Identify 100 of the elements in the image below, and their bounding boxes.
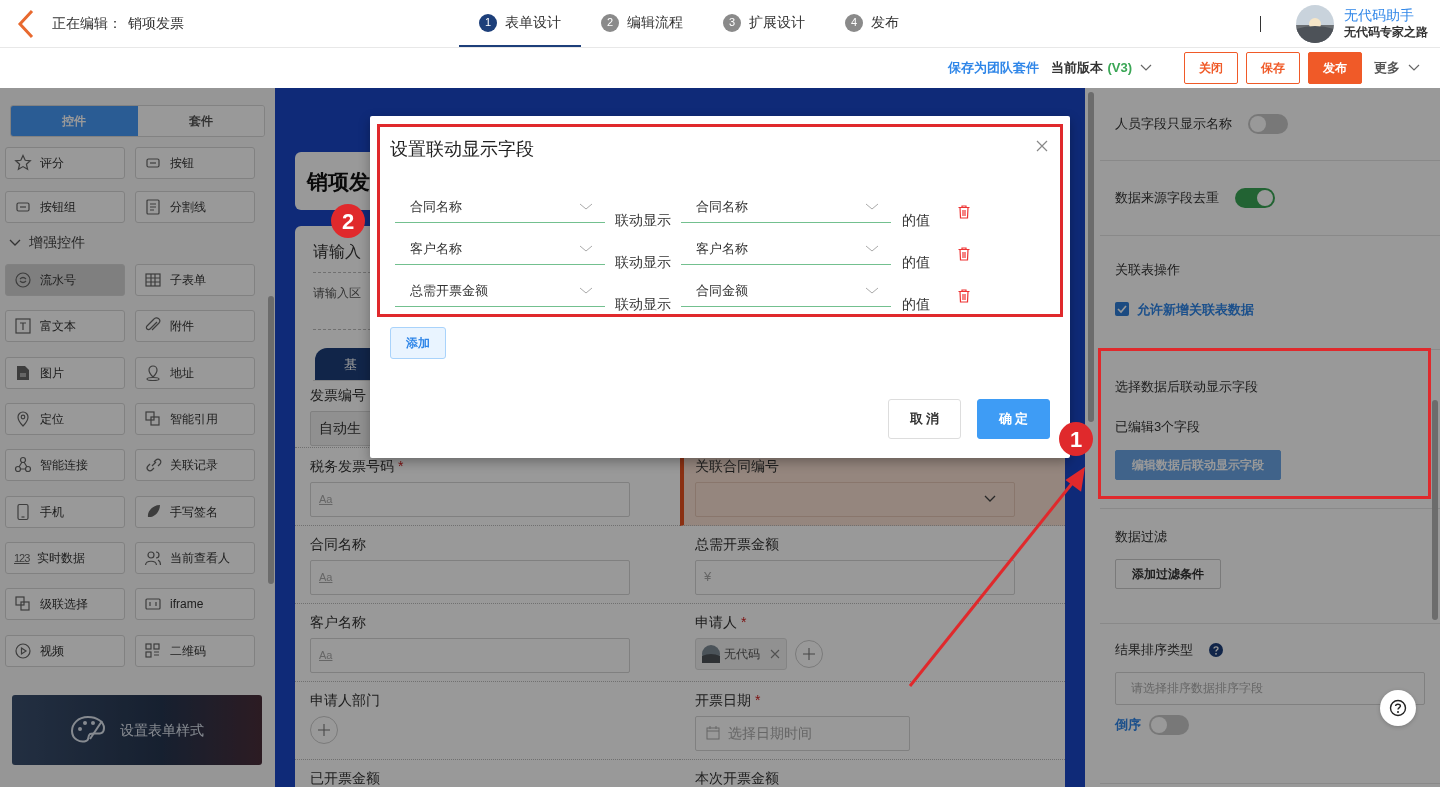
field-label: 关联合同编号	[695, 456, 779, 476]
table-icon	[144, 271, 162, 289]
save-as-kit-link[interactable]: 保存为团队套件	[948, 58, 1040, 78]
field-label: 申请人	[695, 612, 737, 632]
checkbox[interactable]	[1115, 302, 1129, 317]
toggle-switch[interactable]	[1248, 114, 1288, 134]
plus-icon	[803, 647, 815, 660]
palette-icon	[70, 715, 106, 745]
setting-heading: 选择数据后联动显示字段	[1115, 378, 1259, 396]
palette-item[interactable]: 地址	[135, 356, 255, 389]
field-label: 发票编号	[310, 385, 366, 405]
setting-heading: 结果排序类型	[1115, 641, 1193, 659]
dialog-title: 设置联动显示字段	[390, 138, 534, 161]
field-label: 本次开票金额	[695, 768, 779, 787]
step-tab[interactable]: 1 表单设计	[459, 0, 581, 47]
link-label: 联动显示	[615, 253, 671, 272]
palette-item[interactable]: 当前查看人	[135, 541, 255, 574]
field-label: 合同名称	[310, 534, 366, 554]
select-field[interactable]: 合同名称	[681, 191, 891, 223]
field-label: 已开票金额	[310, 768, 380, 787]
chevron-down-icon	[984, 495, 996, 503]
field-label: 税务发票号码	[310, 456, 394, 476]
field-label: 客户名称	[310, 612, 366, 632]
plus-icon	[318, 723, 330, 736]
palette-item[interactable]: 富文本	[5, 310, 125, 343]
palette-item[interactable]: 手机	[5, 495, 125, 528]
step-tab[interactable]: 3 扩展设计	[703, 0, 825, 47]
setting-heading: 数据过滤	[1115, 528, 1168, 546]
select-field[interactable]	[695, 481, 1015, 517]
palette-item[interactable]: 分割线	[135, 191, 255, 223]
required-mark: *	[398, 456, 404, 476]
avatar[interactable]	[1296, 4, 1334, 43]
select-field[interactable]: 总需开票金额	[395, 275, 605, 307]
step-tab[interactable]: 2 编辑流程	[581, 0, 703, 47]
remove-icon[interactable]	[770, 648, 780, 659]
scrollbar[interactable]	[1432, 400, 1438, 620]
suffix-label: 的值	[902, 253, 930, 272]
cancel-button[interactable]: 取 消	[888, 399, 961, 439]
avatar	[702, 644, 720, 663]
setting-heading: 关联表操作	[1115, 261, 1181, 279]
palette-item[interactable]: 子表单	[135, 264, 255, 296]
palette-item[interactable]: 评分	[5, 147, 125, 179]
section-description: 请输入区	[313, 286, 361, 300]
select-field[interactable]: 合同金额	[681, 275, 891, 307]
image-file-icon	[14, 363, 32, 382]
close-icon[interactable]	[1036, 140, 1048, 152]
palette-item[interactable]: 图片	[5, 356, 125, 389]
select-field[interactable]: 客户名称	[395, 233, 605, 265]
more-dropdown[interactable]: 更多	[1374, 58, 1420, 78]
refresh-circle-icon	[14, 271, 32, 289]
palette-item[interactable]: 定位	[5, 403, 125, 435]
field-label: 申请人部门	[310, 690, 380, 710]
scrollbar[interactable]	[268, 296, 274, 584]
select-field[interactable]: 客户名称	[681, 233, 891, 265]
required-mark: *	[741, 612, 747, 632]
link-label: 联动显示	[615, 295, 671, 314]
delete-icon[interactable]	[958, 205, 970, 219]
style-settings-button[interactable]: 设置表单样式	[12, 695, 262, 765]
palette-item[interactable]: iframe	[135, 588, 255, 621]
palette-item[interactable]: 按钮	[135, 147, 255, 179]
play-icon	[14, 641, 32, 660]
add-department-button[interactable]	[310, 715, 338, 744]
palette-item[interactable]: 二维码	[135, 634, 255, 667]
user-subtitle: 无代码专家之路	[1344, 24, 1428, 40]
user-name[interactable]: 无代码助手	[1344, 7, 1428, 25]
chevron-down-icon	[1408, 64, 1420, 72]
calendar-icon	[706, 726, 720, 740]
palette-item[interactable]: 级联选择	[5, 588, 125, 621]
help-icon[interactable]	[1209, 642, 1223, 657]
delete-icon[interactable]	[958, 247, 970, 261]
publish-button[interactable]: 发布	[1308, 52, 1362, 84]
palette-item[interactable]: 手写签名	[135, 495, 255, 528]
step-tab[interactable]: 4 发布	[825, 0, 919, 47]
palette-item[interactable]: 附件	[135, 310, 255, 343]
setting-label: 数据来源字段去重	[1115, 189, 1219, 208]
setting-label: 人员字段只显示名称	[1115, 115, 1232, 134]
select-field[interactable]: 合同名称	[395, 191, 605, 223]
chevron-down-icon	[579, 244, 593, 253]
palette-item[interactable]: 智能引用	[135, 403, 255, 435]
section-header[interactable]: 增强控件	[9, 232, 275, 253]
palette-item[interactable]: 按钮组	[5, 191, 125, 223]
toggle-switch[interactable]	[1149, 714, 1189, 735]
add-person-button[interactable]	[795, 639, 823, 668]
add-button[interactable]: 添加	[390, 327, 446, 359]
palette-item[interactable]: 123 实时数据	[5, 541, 125, 574]
palette-item[interactable]: 视频	[5, 634, 125, 667]
palette-item[interactable]: 流水号	[5, 264, 125, 296]
version-dropdown[interactable]: 当前版本 (V3)	[1051, 58, 1152, 78]
chevron-down-icon	[579, 286, 593, 295]
scrollbar[interactable]	[1088, 92, 1094, 422]
setting-button[interactable]: 添加过滤条件	[1115, 558, 1221, 589]
field-label: 总需开票金额	[695, 534, 779, 554]
toggle-switch[interactable]	[1235, 188, 1275, 208]
toolbar-button[interactable]: 保存	[1246, 52, 1300, 84]
palette-item[interactable]: 智能连接	[5, 449, 125, 482]
person-chip[interactable]: 无代码	[695, 637, 787, 670]
delete-icon[interactable]	[958, 289, 970, 303]
back-icon[interactable]	[17, 8, 35, 39]
palette-item[interactable]: 关联记录	[135, 449, 255, 482]
toolbar-button[interactable]: 关闭	[1184, 52, 1238, 84]
